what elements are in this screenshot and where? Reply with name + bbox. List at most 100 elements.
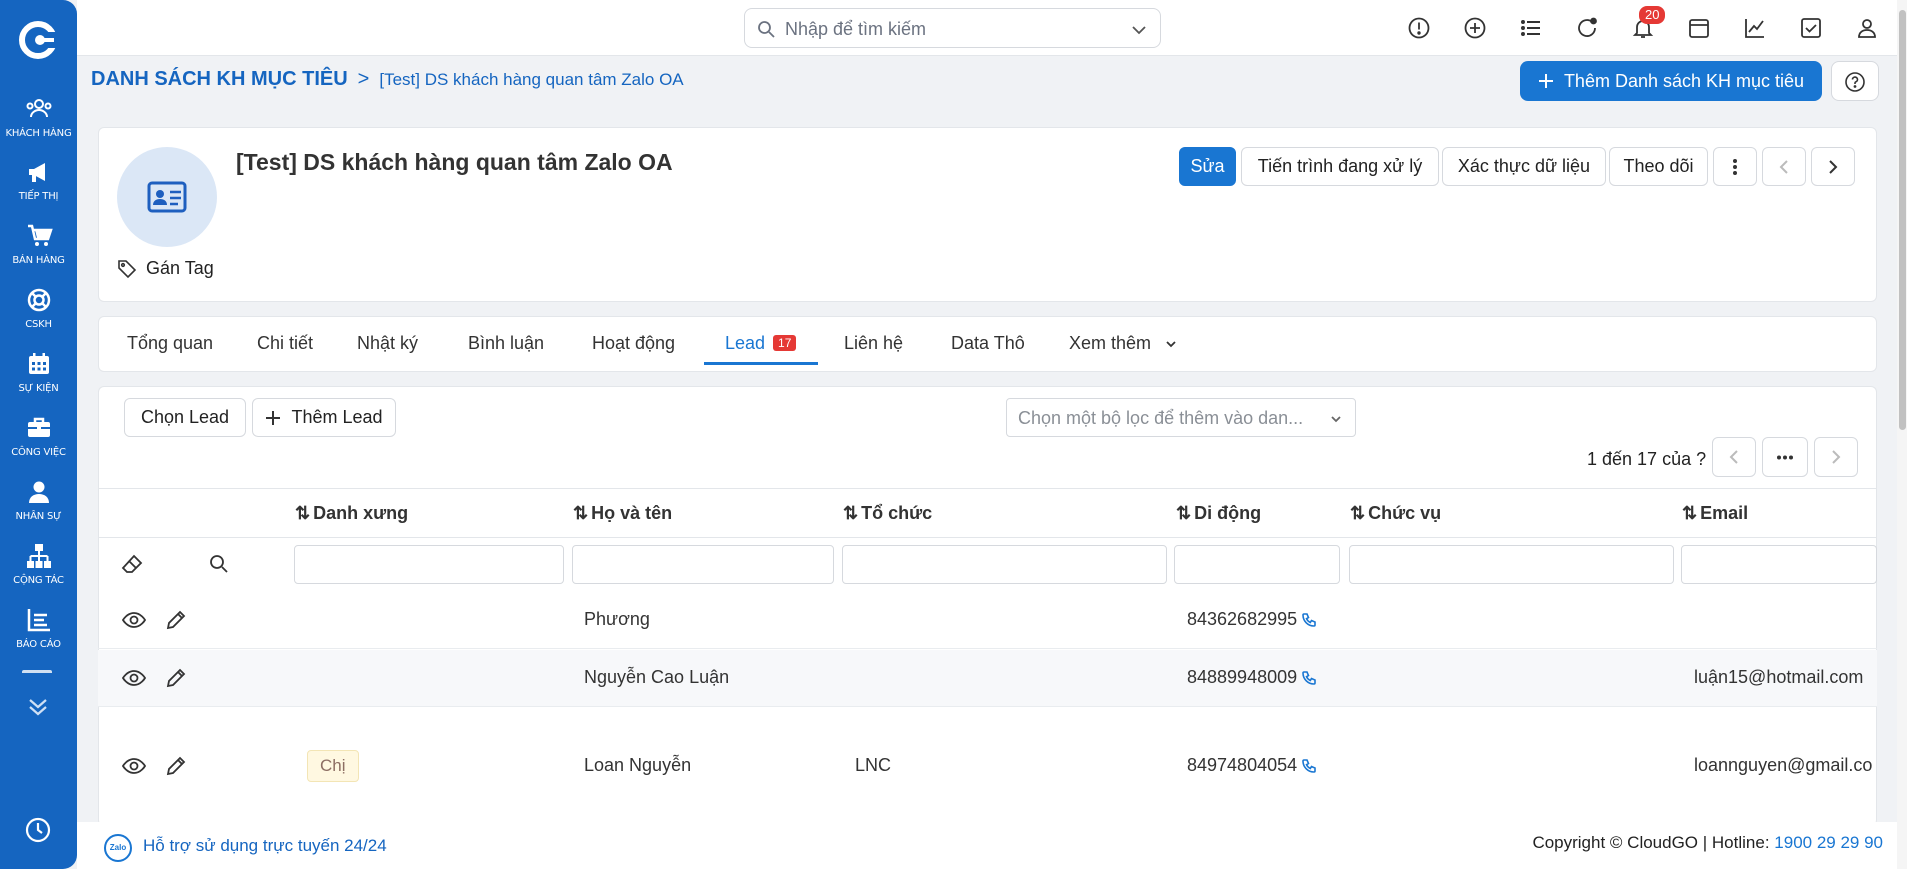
cell-mobile: 84362682995	[1187, 609, 1317, 630]
column-header-full-name[interactable]: ⇅ Họ và tên	[573, 503, 672, 524]
hotline-label: Hotline:	[1711, 833, 1770, 852]
breadcrumb-separator: >	[357, 68, 370, 90]
add-target-list-button[interactable]: Thêm Danh sách KH mục tiêu	[1520, 61, 1822, 101]
tab-log[interactable]: Nhật ký	[357, 333, 418, 354]
chart-line-icon[interactable]	[1743, 16, 1767, 40]
tab-lead[interactable]: Lead 17	[725, 333, 797, 354]
previous-record-button[interactable]	[1762, 147, 1806, 186]
eye-icon[interactable]	[122, 666, 146, 690]
assign-tag-label: Gán Tag	[146, 258, 214, 278]
footer-copyright: Copyright © CloudGO | Hotline: 1900 29 2…	[1532, 833, 1883, 852]
tab-comments[interactable]: Bình luận	[468, 333, 544, 354]
sidebar-item-label: Nhân sự	[15, 511, 62, 522]
tag-icon	[117, 259, 137, 279]
calendar-grid-icon	[25, 350, 53, 378]
table-row[interactable]: Phương 84362682995	[98, 592, 1877, 649]
phone-icon[interactable]	[1301, 670, 1317, 686]
zalo-logo[interactable]: Zalo	[104, 834, 132, 862]
clear-filter-icon[interactable]	[120, 552, 144, 576]
double-chevron-down-icon[interactable]	[24, 693, 52, 721]
eye-icon[interactable]	[122, 754, 146, 778]
eye-icon[interactable]	[122, 608, 146, 632]
alert-icon[interactable]	[1407, 16, 1431, 40]
sidebar-item-customer-care[interactable]: CSKH	[0, 286, 77, 330]
sidebar-divider	[22, 670, 52, 676]
sort-icon: ⇅	[1176, 503, 1192, 523]
column-header-mobile[interactable]: ⇅ Di động	[1176, 503, 1261, 524]
filter-select[interactable]: Chọn một bộ lọc để thêm vào dan...	[1006, 398, 1356, 437]
sidebar-item-marketing[interactable]: Tiếp thị	[0, 158, 77, 202]
help-button[interactable]	[1831, 61, 1879, 101]
add-lead-button[interactable]: Thêm Lead	[252, 398, 396, 437]
phone-icon[interactable]	[1301, 758, 1317, 774]
filter-input-position[interactable]	[1349, 545, 1674, 584]
sidebar-item-hr[interactable]: Nhân sự	[0, 478, 77, 522]
tab-details[interactable]: Chi tiết	[257, 333, 313, 354]
app-logo-icon[interactable]	[18, 20, 58, 60]
cell-email: loannguyen@gmail.co	[1694, 755, 1873, 775]
breadcrumb-root[interactable]: DANH SÁCH KH MỤC TIÊU	[91, 68, 348, 91]
filter-input-mobile[interactable]	[1174, 545, 1340, 584]
tab-contacts[interactable]: Liên hệ	[844, 333, 903, 354]
search-box[interactable]: Nhập để tìm kiếm	[744, 8, 1161, 48]
tab-raw-data[interactable]: Data Thô	[951, 333, 1025, 354]
sidebar-item-label: Tiếp thị	[18, 191, 59, 202]
scrollbar-thumb[interactable]	[1899, 10, 1906, 430]
list-icon[interactable]	[1519, 16, 1543, 40]
phone-icon[interactable]	[1301, 612, 1317, 628]
pagination-total[interactable]: ?	[1696, 449, 1706, 469]
tab-overview[interactable]: Tổng quan	[127, 333, 213, 354]
sidebar-item-tasks[interactable]: Công việc	[0, 414, 77, 458]
kebab-icon	[1733, 158, 1737, 175]
clock-icon[interactable]	[23, 815, 53, 845]
cell-full-name: Phương	[584, 609, 650, 629]
pencil-icon[interactable]	[164, 666, 188, 690]
sidebar-item-events[interactable]: Sự kiện	[0, 350, 77, 394]
calendar-icon[interactable]	[1687, 16, 1711, 40]
column-header-salutation[interactable]: ⇅ Danh xưng	[295, 503, 408, 524]
select-lead-button[interactable]: Chọn Lead	[124, 398, 246, 437]
column-header-organization[interactable]: ⇅ Tổ chức	[843, 503, 932, 524]
verify-data-button[interactable]: Xác thực dữ liệu	[1442, 147, 1606, 186]
processing-button[interactable]: Tiến trình đang xử lý	[1241, 147, 1439, 186]
sidebar-item-collaboration[interactable]: Cộng tác	[0, 542, 77, 586]
tab-activities[interactable]: Hoạt động	[592, 333, 675, 354]
filter-input-full-name[interactable]	[572, 545, 834, 584]
filter-input-salutation[interactable]	[294, 545, 564, 584]
more-actions-button[interactable]	[1713, 147, 1757, 186]
edit-button[interactable]: Sửa	[1179, 147, 1236, 186]
search-input[interactable]: Nhập để tìm kiếm	[785, 19, 926, 40]
pencil-icon[interactable]	[164, 608, 188, 632]
column-header-email[interactable]: ⇅ Email	[1682, 503, 1748, 524]
column-header-position[interactable]: ⇅ Chức vụ	[1350, 503, 1441, 524]
chevron-right-icon	[1829, 159, 1838, 174]
sidebar-item-sales[interactable]: Bán hàng	[0, 222, 77, 266]
user-icon[interactable]	[1855, 16, 1879, 40]
next-record-button[interactable]	[1811, 147, 1855, 186]
filter-input-organization[interactable]	[842, 545, 1167, 584]
prev-page-button[interactable]	[1712, 437, 1756, 477]
mobile-number: 84362682995	[1187, 609, 1298, 629]
refresh-icon[interactable]	[1575, 16, 1599, 40]
next-page-button[interactable]	[1814, 437, 1858, 477]
pencil-icon[interactable]	[164, 754, 188, 778]
table-row[interactable]: Chị Loan Nguyễn LNC 84974804054 loannguy…	[98, 708, 1877, 822]
checkbox-icon[interactable]	[1799, 16, 1823, 40]
follow-button[interactable]: Theo dõi	[1609, 147, 1708, 186]
tab-more[interactable]: Xem thêm	[1069, 333, 1177, 354]
pagination-info: 1 đến 17 của ?	[1587, 449, 1706, 470]
record-avatar[interactable]	[117, 147, 217, 247]
plus-icon	[265, 410, 281, 426]
table-row[interactable]: Nguyễn Cao Luận 84889948009 luận15@hotma…	[98, 650, 1877, 707]
add-circle-icon[interactable]	[1463, 16, 1487, 40]
sidebar-item-customers[interactable]: Khách hàng	[0, 95, 77, 139]
sidebar-item-reports[interactable]: Báo cáo	[0, 606, 77, 650]
online-support-link[interactable]: Hỗ trợ sử dụng trực tuyến 24/24	[143, 836, 387, 856]
hotline-number[interactable]: 1900 29 29 90	[1774, 833, 1883, 852]
search-icon[interactable]	[207, 552, 231, 576]
tab-more-label: Xem thêm	[1069, 333, 1152, 353]
page-options-button[interactable]	[1762, 437, 1808, 477]
assign-tag[interactable]: Gán Tag	[117, 258, 214, 279]
chevron-down-icon[interactable]	[1130, 21, 1148, 39]
filter-input-email[interactable]	[1681, 545, 1877, 584]
